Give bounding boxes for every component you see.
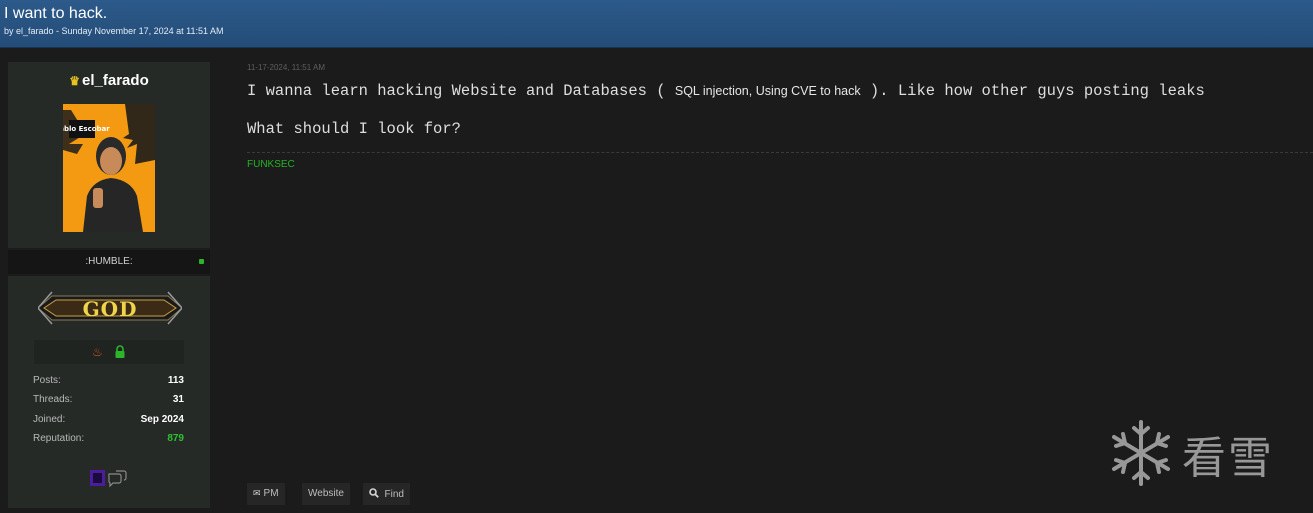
stat-label: Reputation: <box>33 433 85 444</box>
stat-label: Joined: <box>33 414 66 425</box>
post-text: Like how other guys posting leaks <box>897 82 1205 100</box>
rank-banner: GOD <box>37 288 183 328</box>
thread-meta: by el_farado - Sunday November 17, 2024 … <box>4 26 224 36</box>
stat-row-threads: Threads: 31 <box>33 394 184 408</box>
award-bar: ♨ <box>34 340 184 364</box>
stat-label: Posts: <box>33 375 61 386</box>
usertitle-bar: :HUMBLE: <box>8 250 210 274</box>
crown-icon: ♛ <box>69 74 81 88</box>
website-button[interactable]: Website <box>302 483 350 505</box>
avatar[interactable]: Pablo Escobar <box>63 104 155 232</box>
online-status-icon <box>199 259 204 264</box>
avatar-caption: Pablo Escobar <box>63 125 110 133</box>
post-text: ). <box>860 82 898 100</box>
stat-row-posts: Posts: 113 <box>33 375 184 389</box>
snowflake-icon <box>1112 420 1170 486</box>
post-date: 11-17-2024, 11:51 AM <box>247 63 325 72</box>
rank-label: GOD <box>82 297 138 321</box>
stat-label: Threads: <box>33 394 73 405</box>
stat-value[interactable]: 31 <box>173 394 184 405</box>
purple-badge-icon[interactable] <box>90 470 105 486</box>
signature: FUNKSEC <box>247 159 295 170</box>
user-stats-box: GOD ♨ Posts: 113 Threads: 31 Joined: Sep… <box>8 276 210 508</box>
thread-header: I want to hack. by el_farado - Sunday No… <box>0 0 1313 48</box>
chat-bubbles-icon[interactable] <box>108 470 127 488</box>
usertitle: :HUMBLE: <box>85 256 133 267</box>
pm-button-label: PM <box>263 488 279 499</box>
stat-value[interactable]: 879 <box>167 433 184 444</box>
username-link[interactable]: ♛ el_farado <box>8 72 210 89</box>
username-text: el_farado <box>82 72 149 89</box>
post-text: I wanna learn hacking Website and Databa… <box>247 82 647 100</box>
website-button-label: Website <box>308 488 344 499</box>
signature-divider <box>247 152 1313 153</box>
post-line-2: What should I look for? <box>247 120 461 138</box>
envelope-icon: ✉ <box>253 488 261 498</box>
stat-row-joined: Joined: Sep 2024 <box>33 414 184 428</box>
avatar-image: Pablo Escobar <box>63 104 155 232</box>
thread-title: I want to hack. <box>4 5 108 22</box>
post-line-1: I wanna learn hacking Website and Databa… <box>247 82 1205 100</box>
user-panel: ♛el_farado Pablo Escobar :HUMBLE: <box>8 62 210 508</box>
watermark-text: 看雪 <box>1182 433 1274 484</box>
find-button[interactable]: Find <box>363 483 410 505</box>
find-button-label: Find <box>384 489 404 500</box>
thread-page: I want to hack. by el_farado - Sunday No… <box>0 0 1313 513</box>
contact-icons <box>90 468 130 490</box>
user-name-box: ♛el_farado Pablo Escobar <box>8 62 210 248</box>
lock-icon[interactable] <box>114 345 126 361</box>
pm-button[interactable]: ✉ PM <box>247 483 285 505</box>
stat-value: Sep 2024 <box>140 414 184 425</box>
stat-value[interactable]: 113 <box>168 375 184 386</box>
flame-icon[interactable]: ♨ <box>92 345 103 359</box>
watermark: 看雪 <box>1106 416 1286 490</box>
post-inline-text: SQL injection, Using CVE to hack <box>674 84 861 98</box>
post-text: ( <box>646 82 675 100</box>
stat-row-reputation: Reputation: 879 <box>33 433 184 447</box>
search-icon <box>369 488 382 499</box>
